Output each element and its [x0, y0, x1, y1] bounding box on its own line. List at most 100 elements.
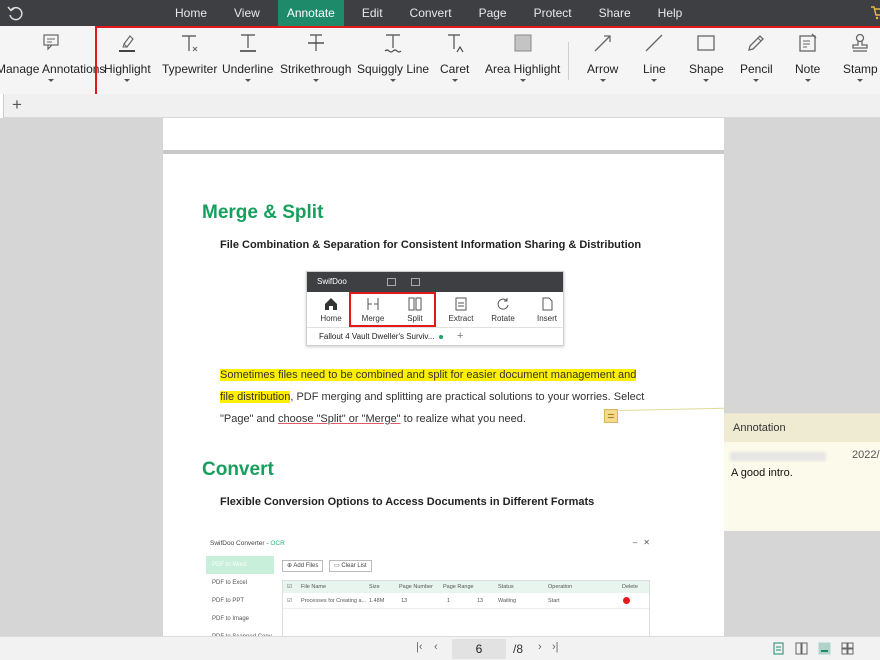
add-files-label: Add Files [293, 563, 319, 569]
window-controls: –✕ [632, 538, 656, 547]
extract-icon [455, 297, 467, 311]
note-tool[interactable]: Note [795, 32, 820, 82]
squiggly-line-tool[interactable]: Squiggly Line [357, 32, 429, 82]
chevron-down-icon [651, 79, 658, 82]
paragraph-text: , PDF merging and splitting are practica… [290, 391, 645, 403]
first-page-icon[interactable]: |‹ [416, 641, 423, 653]
stamp-tool[interactable]: Stamp [843, 32, 878, 82]
tab-view[interactable]: View [225, 0, 269, 26]
tab-edit[interactable]: Edit [353, 0, 392, 26]
tab-page[interactable]: Page [470, 0, 516, 26]
clear-list-button: ▭ Clear List [329, 560, 372, 572]
heading-merge-split: Merge & Split [202, 202, 324, 223]
next-page-icon[interactable]: › [538, 641, 542, 653]
ocr-tag: OCR [270, 540, 285, 547]
shape-tool[interactable]: Shape [689, 32, 724, 82]
swifdoo-home-label: Home [320, 314, 342, 323]
annotation-date: 2022/ [852, 449, 880, 461]
line-tool[interactable]: Line [643, 32, 666, 82]
tab-home[interactable]: Home [166, 0, 216, 26]
underline-label: Underline [222, 62, 274, 76]
converter-title: SwifDoo Converter - OCR [210, 540, 285, 547]
subheading-merge-split: File Combination & Separation for Consis… [220, 239, 642, 251]
plus-icon: + [457, 330, 464, 342]
area-highlight-label: Area Highlight [485, 62, 561, 76]
sidebar-item-pdf-to-word: PDF to Word [206, 556, 274, 574]
arrow-tool[interactable]: Arrow [587, 32, 618, 82]
annotation-author-blurred [730, 452, 826, 461]
row-pages: 13 [401, 598, 408, 604]
annotation-panel[interactable]: Annotation 2022/ A good intro. [724, 413, 880, 531]
sidebar-item-pdf-to-excel: PDF to Excel [212, 580, 248, 586]
two-page-view-icon[interactable] [795, 642, 808, 655]
typewriter-tool[interactable]: Typewriter [162, 32, 217, 76]
menu-tabs: Home View Annotate Edit Convert Page Pro… [166, 0, 700, 26]
header-checkbox: ☑ [287, 584, 292, 590]
heading-convert: Convert [202, 459, 274, 480]
converter-screenshot: SwifDoo Converter - OCR –✕ PDF to Word P… [202, 536, 662, 636]
swifdoo-rotate-label: Rotate [491, 314, 515, 323]
cart-icon[interactable] [870, 4, 880, 20]
merge-split-paragraph: Sometimes files need to be combined and … [220, 364, 660, 430]
strikethrough-tool[interactable]: Strikethrough [280, 32, 351, 82]
highlight-tool[interactable]: Highlight [104, 32, 151, 82]
last-page-icon[interactable]: ›| [552, 641, 559, 653]
converter-table: ☑ File Name Size Page Number Page Range … [282, 580, 650, 636]
new-tab-plus-icon[interactable]: + [12, 95, 22, 115]
col-page-number: Page Number [399, 584, 433, 590]
sticky-note-icon[interactable] [604, 409, 618, 423]
highlighted-text-1: Sometimes files need to be combined and … [220, 369, 637, 381]
table-header: ☑ File Name Size Page Number Page Range … [283, 581, 649, 593]
note-label: Note [795, 62, 821, 76]
caret-tool[interactable]: Caret [440, 32, 469, 82]
row-range-from: 1 [447, 598, 451, 604]
annotate-ribbon: Manage Annotations Highlight Typewriter … [0, 26, 880, 94]
area-highlight-tool[interactable]: Area Highlight [485, 32, 560, 82]
previous-page-icon[interactable]: ‹ [434, 641, 438, 653]
back-arrow-icon[interactable] [6, 4, 24, 22]
thumbnail-view-icon[interactable] [841, 642, 854, 655]
scroll-view-icon[interactable] [818, 642, 831, 655]
save-icon [387, 278, 396, 286]
col-delete: Delete [622, 584, 638, 590]
swifdoo-insert: Insert [527, 296, 567, 323]
squiggly-line-label: Squiggly Line [357, 62, 430, 76]
swifdoo-extract-label: Extract [448, 314, 474, 323]
page-number-input[interactable]: 6 [452, 639, 506, 659]
swifdoo-extract: Extract [441, 296, 481, 323]
pencil-tool[interactable]: Pencil [740, 32, 773, 82]
tab-annotate[interactable]: Annotate [277, 0, 344, 26]
tab-convert[interactable]: Convert [401, 0, 461, 26]
area-highlight-icon [514, 34, 532, 52]
annotation-header: Annotation [724, 414, 880, 442]
paragraph-text-3b: to realize what you need. [400, 413, 526, 425]
delete-icon [623, 597, 630, 604]
clear-list-label: Clear List [341, 563, 367, 569]
swifdoo-rotate: Rotate [483, 296, 523, 323]
strikethrough-icon [307, 34, 324, 51]
chevron-down-icon [599, 79, 606, 82]
annotation-text: A good intro. [731, 467, 793, 479]
swifdoo-insert-label: Insert [536, 314, 557, 323]
arrow-icon [594, 35, 611, 52]
converter-sidebar: PDF to Word PDF to Excel PDF to PPT PDF … [206, 556, 274, 636]
table-row: ☑ Processes for Creating a... 1.48M 13 1… [283, 593, 649, 609]
pencil-icon [748, 35, 765, 51]
tab-protect[interactable]: Protect [525, 0, 581, 26]
single-page-view-icon[interactable] [772, 642, 785, 655]
underlined-text: choose "Split" or "Merge" [277, 413, 401, 425]
stamp-icon [852, 33, 868, 52]
squiggly-icon [384, 34, 402, 53]
document-tab[interactable] [0, 94, 4, 118]
underline-tool[interactable]: Underline [222, 32, 273, 82]
row-size: 1.48M [369, 598, 385, 604]
manage-annotations-label: Manage Annotations [0, 62, 106, 76]
manage-annotations-button[interactable]: Manage Annotations [0, 32, 105, 82]
typewriter-label: Typewriter [162, 62, 218, 76]
tab-help[interactable]: Help [649, 0, 692, 26]
underline-icon [239, 34, 256, 52]
row-range-to: 13 [477, 598, 484, 604]
row-start: Start [548, 598, 560, 604]
chevron-down-icon [124, 79, 131, 82]
tab-share[interactable]: Share [590, 0, 640, 26]
